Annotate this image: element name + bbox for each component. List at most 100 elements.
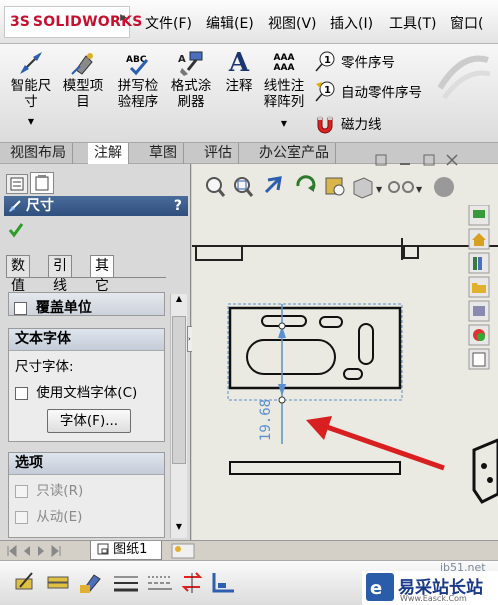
text-font-group: 文本字体 尺寸字体: 使用文档字体(C) 字体(F)... xyxy=(8,328,165,442)
override-units-checkbox[interactable] xyxy=(14,301,27,315)
feature-tree-tab[interactable] xyxy=(6,174,28,194)
tab-value[interactable]: 数值 xyxy=(6,255,30,294)
previous-sheet-icon xyxy=(24,546,30,556)
auto-balloon-button[interactable]: 1 自动零件序号 xyxy=(314,80,422,102)
driven-row: 从动(E) xyxy=(9,503,164,527)
scroll-up-icon[interactable]: ▲ xyxy=(172,294,186,308)
sheet-tab-label: 图纸1 xyxy=(113,542,148,557)
last-sheet-icon xyxy=(51,544,61,558)
menu-window[interactable]: 窗口( xyxy=(450,13,483,33)
tab-annotation[interactable]: 注解 xyxy=(88,143,129,165)
smart-dimension-button[interactable]: 智能尺 寸 ▼ xyxy=(6,50,56,130)
auto-balloon-label: 自动零件序号 xyxy=(341,85,422,101)
color-display-mode-icon xyxy=(212,573,234,593)
menu-tools[interactable]: 工具(T) xyxy=(389,13,436,33)
line-style-icon xyxy=(148,576,172,590)
pm-title-bar: 尺寸 ? xyxy=(4,196,188,216)
readonly-row: 只读(R) xyxy=(9,475,164,503)
design-library-icon xyxy=(468,252,490,274)
home-icon xyxy=(468,228,490,250)
driven-label: 从动(E) xyxy=(36,509,83,525)
watermark-sub: Www.Easck.Com xyxy=(400,594,467,603)
smart-dimension-icon xyxy=(20,52,42,74)
ds-watermark-logo xyxy=(437,55,491,100)
tab-evaluate[interactable]: 评估 xyxy=(198,143,239,164)
format-painter-icon: A xyxy=(178,51,203,76)
use-doc-font-row: 使用文档字体(C) xyxy=(9,379,164,403)
pm-scrollbar[interactable]: ▲ ▼ xyxy=(170,294,187,538)
tab-office-products[interactable]: 办公室产品 xyxy=(253,143,336,164)
first-sheet-icon xyxy=(7,544,17,558)
options-group: 选项 只读(R) 从动(E) xyxy=(8,452,165,538)
menu-bar: 3S SOLIDWORKS ▶ 文件(F) 编辑(E) 视图(V) 插入(I) … xyxy=(0,0,498,44)
sheet-tab[interactable]: 图纸1 xyxy=(90,541,162,560)
dimension-font-label: 尺寸字体: xyxy=(15,359,74,375)
divider xyxy=(6,277,166,278)
line-color-icon xyxy=(80,574,101,593)
hide-show-edges-icon xyxy=(181,572,203,593)
watermark: e 易采站长站 Www.Easck.Com xyxy=(362,571,498,605)
spell-check-icon: ABC xyxy=(123,50,153,76)
layer-properties-icon xyxy=(47,576,69,589)
menu-file[interactable]: 文件(F) xyxy=(145,13,192,33)
use-doc-font-checkbox[interactable] xyxy=(15,386,28,400)
model-items-label: 模型项 目 xyxy=(62,78,104,110)
magnetic-line-label: 磁力线 xyxy=(341,117,382,133)
spell-check-button[interactable]: ABC 拼写检 验程序 xyxy=(112,50,164,110)
linear-note-pattern-icon: AAA AAA xyxy=(273,53,295,73)
tab-leaders[interactable]: 引线 xyxy=(48,255,72,294)
dimension-text[interactable]: 19.68 xyxy=(258,399,274,441)
help-button[interactable]: ? xyxy=(174,196,182,216)
edit-layer-icon xyxy=(15,572,33,590)
linear-note-pattern-label: 线性注 释阵列 xyxy=(263,78,305,110)
command-manager: 智能尺 寸 ▼ 模型项 目 ABC 拼写检 验程序 A 格式涂 刷器 A 注释 xyxy=(0,44,498,142)
note-label: 注释 xyxy=(225,78,253,94)
chevron-right-icon: ▶ xyxy=(120,13,127,23)
tab-other[interactable]: 其它 xyxy=(90,255,114,294)
auto-balloon-icon: 1 xyxy=(315,81,335,102)
svg-text:A: A xyxy=(178,54,186,65)
spell-check-label: 拼写检 验程序 xyxy=(117,78,159,110)
sheet-tab-bar: 图纸1 xyxy=(0,540,498,560)
drawing-sheet[interactable]: 19.68 xyxy=(192,164,498,540)
tab-sketch[interactable]: 草图 xyxy=(143,143,184,164)
note-button[interactable]: A 注释 xyxy=(220,50,258,94)
magnetic-line-icon xyxy=(317,116,333,134)
menu-insert[interactable]: 插入(I) xyxy=(330,13,373,33)
dimension-icon xyxy=(9,200,21,212)
menu-edit[interactable]: 编辑(E) xyxy=(206,13,254,33)
appearances-icon xyxy=(468,324,490,346)
chevron-down-icon: ▼ xyxy=(280,119,288,128)
property-manager-tab[interactable] xyxy=(30,172,54,194)
file-explorer-icon xyxy=(468,276,490,298)
sheet-icon xyxy=(97,543,109,555)
format-painter-label: 格式涂 刷器 xyxy=(170,78,212,110)
balloon-label: 零件序号 xyxy=(341,55,395,71)
balloon-button[interactable]: 1 零件序号 xyxy=(314,50,395,72)
scrollbar-thumb[interactable] xyxy=(172,316,186,464)
text-font-header: 文本字体 xyxy=(9,329,164,351)
linear-note-pattern-button[interactable]: AAA AAA 线性注 释阵列 ▼ xyxy=(260,50,308,132)
solidworks-logo[interactable]: 3S SOLIDWORKS ▶ xyxy=(4,6,142,38)
scroll-down-icon[interactable]: ▼ xyxy=(172,522,186,536)
add-sheet-icon[interactable] xyxy=(170,543,200,559)
tab-view-layout[interactable]: 视图布局 xyxy=(4,143,73,164)
next-sheet-icon xyxy=(38,546,44,556)
ok-check-icon[interactable] xyxy=(8,222,24,238)
layer-toolbar[interactable] xyxy=(14,571,244,595)
driven-checkbox[interactable] xyxy=(15,510,28,524)
sheet-nav-buttons[interactable] xyxy=(4,544,84,558)
pane-tab-strip xyxy=(2,172,60,194)
model-items-button[interactable]: 模型项 目 xyxy=(58,50,108,110)
format-painter-button[interactable]: A 格式涂 刷器 xyxy=(166,50,216,110)
override-units-group: 覆盖单位 xyxy=(8,292,165,316)
site-logo-icon: e xyxy=(366,573,394,601)
svg-text:1: 1 xyxy=(324,85,331,96)
readonly-checkbox[interactable] xyxy=(15,484,28,498)
magnetic-line-button[interactable]: 磁力线 xyxy=(314,112,382,134)
font-button[interactable]: 字体(F)... xyxy=(47,409,131,433)
menu-view[interactable]: 视图(V) xyxy=(268,13,317,33)
smart-dimension-label: 智能尺 寸 xyxy=(10,78,52,110)
svg-text:1: 1 xyxy=(324,55,331,66)
line-thickness-icon xyxy=(114,576,138,592)
